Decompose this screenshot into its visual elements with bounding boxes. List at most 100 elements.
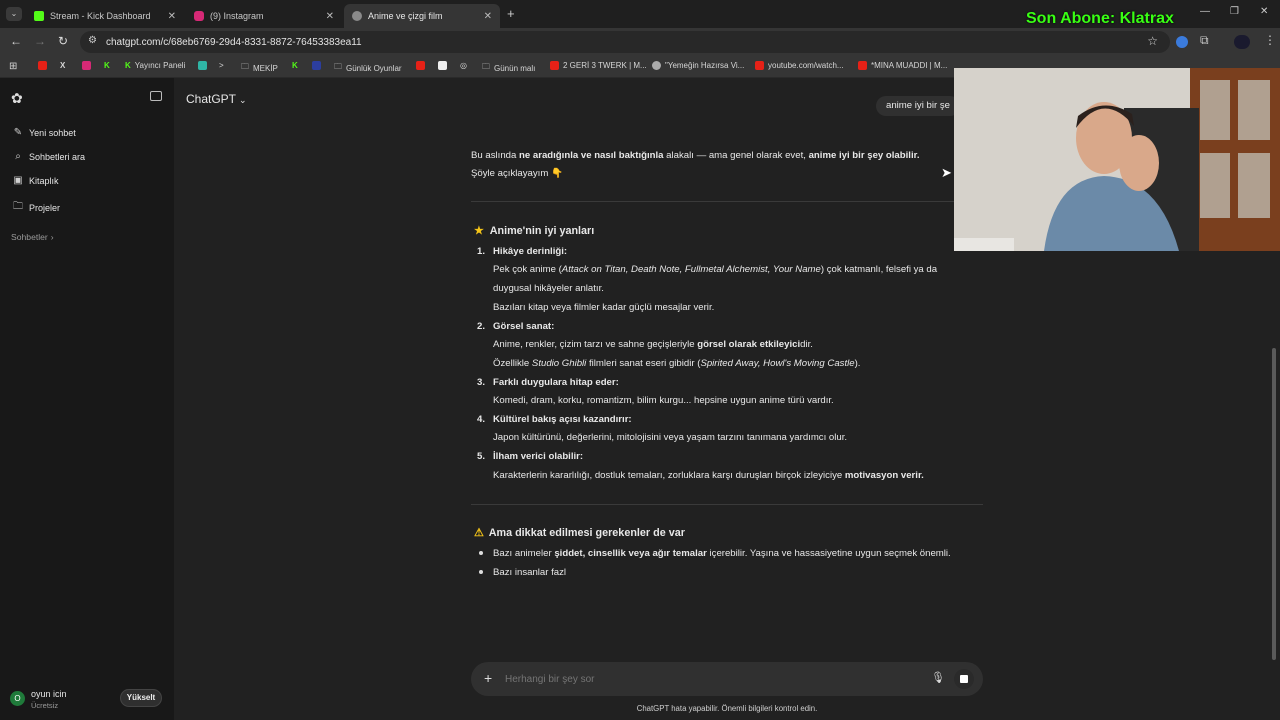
globe-icon[interactable]: ◎ (460, 61, 467, 70)
tab-title: Stream - Kick Dashboard (50, 11, 151, 21)
folder-icon: 🗀 (13, 201, 23, 212)
extensions-puzzle-icon[interactable]: ⧉ (1200, 33, 1209, 48)
bookmark-label: youtube.com/watch... (768, 61, 844, 70)
bookmark-label: "Yemeğin Hazırsa Vi... (665, 61, 745, 70)
folder-icon: 🗀 (482, 62, 490, 71)
youtube-icon[interactable] (38, 61, 51, 70)
bookmark-arrow[interactable]: > (219, 61, 224, 70)
kick-icon: K (125, 61, 131, 70)
close-icon[interactable]: ✕ (326, 11, 334, 22)
sidebar-section-chats[interactable]: Sohbetler › (11, 232, 54, 242)
model-label: ChatGPT (186, 92, 237, 106)
menu-kebab-icon[interactable]: ⋮ (1264, 33, 1276, 47)
edit-icon: ✎ (13, 127, 23, 138)
minimize-icon[interactable]: — (1200, 6, 1210, 17)
list-item-text: Anime, renkler, çizim tarzı ve sahne geç… (493, 339, 813, 350)
bookmark-yayinci[interactable]: K Yayıncı Paneli (125, 61, 185, 70)
tab-instagram[interactable]: (9) Instagram ✕ (186, 4, 342, 28)
divider (471, 504, 983, 505)
folder-icon: 🗀 (241, 62, 249, 71)
globe-icon (352, 11, 362, 21)
list-number: 1. (477, 246, 486, 257)
scrollbar[interactable] (1272, 348, 1276, 660)
kick-icon[interactable]: K (104, 61, 110, 70)
stream-overlay-text: Son Abone: Klatrax (1026, 10, 1174, 27)
intro-line-2: Şöyle açıklayayım 👇 (471, 168, 563, 179)
bookmark-teal[interactable] (198, 61, 211, 70)
back-icon[interactable]: ← (10, 34, 22, 48)
bookmark-label: *MINA MUADDI | M... (871, 61, 948, 70)
section-heading-caution: ⚠ Ama dikkat edilmesi gerekenler de var (474, 527, 685, 539)
kick-icon[interactable]: K (292, 61, 298, 70)
browser-toolbar: ← → ↻ ⚙ chatgpt.com/c/68eb6769-29d4-8331… (0, 28, 1280, 56)
list-item-title: Kültürel bakış açısı kazandırır: (493, 414, 632, 425)
divider (471, 201, 983, 202)
section-heading-good: ★ Anime'nin iyi yanları (474, 225, 595, 237)
section-label: Sohbetler (11, 232, 48, 242)
tab-search-icon[interactable]: ⌄ (6, 7, 22, 21)
bookmark-label: Günün malı (494, 63, 536, 73)
tab-title: Anime ve çizgi film (368, 11, 443, 21)
bookmark-star-icon[interactable]: ☆ (1147, 34, 1158, 48)
tab-chatgpt[interactable]: Anime ve çizgi film ✕ (344, 4, 500, 28)
webcam-image (954, 68, 1280, 251)
bookmark-mekip[interactable]: 🗀 MEKİP (241, 61, 278, 75)
bookmark-picture[interactable] (438, 61, 451, 70)
chevron-down-icon: ⌄ (239, 95, 247, 105)
apps-grid-icon[interactable]: ⊞ (9, 61, 17, 72)
tab-title: (9) Instagram (210, 11, 264, 21)
user-name: oyun icin (31, 689, 67, 699)
list-item-title: İlham verici olabilir: (493, 451, 584, 462)
add-icon[interactable]: + (484, 670, 492, 686)
bookmark-youtube[interactable]: youtube.com/watch... (755, 61, 844, 70)
list-item-title: Hikâye derinliği: (493, 246, 568, 257)
sidebar-item-label: Kitaplık (29, 175, 59, 186)
instagram-icon[interactable] (82, 61, 95, 70)
extension-icon[interactable] (1176, 36, 1188, 48)
address-bar[interactable]: ⚙ chatgpt.com/c/68eb6769-29d4-8331-8872-… (80, 31, 1170, 53)
profile-avatar[interactable] (1234, 35, 1250, 49)
close-window-icon[interactable]: ✕ (1260, 6, 1268, 17)
sidebar-item-projects[interactable]: 🗀 Projeler (12, 199, 60, 216)
message-composer[interactable]: + 🎙 (471, 662, 983, 696)
bookmark-blue[interactable] (312, 61, 325, 70)
close-icon[interactable]: ✕ (484, 11, 492, 22)
user-message-bubble: anime iyi bir şe (876, 96, 960, 116)
youtube-icon[interactable] (416, 61, 429, 70)
bookmark-gunun[interactable]: 🗀 Günün malı (482, 61, 535, 75)
sidebar-item-new-chat[interactable]: ✎ Yeni sohbet (12, 127, 76, 138)
model-selector[interactable]: ChatGPT ⌄ (186, 92, 247, 106)
bookmark-gunluk[interactable]: 🗀 Günlük Oyunlar (334, 61, 402, 75)
tab-kick[interactable]: Stream - Kick Dashboard ✕ (26, 4, 184, 28)
x-icon[interactable]: X (60, 61, 65, 70)
list-item-text: Özellikle Studio Ghibli filmleri sanat e… (493, 358, 861, 369)
stop-button[interactable] (954, 669, 974, 689)
upgrade-button[interactable]: Yükselt (120, 689, 162, 707)
close-icon[interactable]: ✕ (168, 11, 176, 22)
forward-icon[interactable]: → (34, 34, 46, 48)
restore-icon[interactable]: ❐ (1230, 6, 1239, 17)
sidebar-item-library[interactable]: ▣ Kitaplık (12, 175, 59, 186)
instagram-icon (194, 11, 204, 21)
webcam-overlay (954, 68, 1280, 251)
list-number: 3. (477, 377, 486, 388)
bookmark-mina[interactable]: *MINA MUADDI | M... (858, 61, 947, 70)
bookmark-yemek[interactable]: "Yemeğin Hazırsa Vi... (652, 61, 744, 70)
site-info-icon[interactable]: ⚙ (88, 35, 97, 46)
star-icon: ★ (474, 225, 484, 237)
bullet-text: Bazı insanlar fazl (493, 567, 567, 578)
new-tab-icon[interactable]: + (507, 6, 515, 21)
bookmark-label: Yayıncı Paneli (134, 61, 186, 70)
user-plan: Ücretsiz (31, 701, 59, 710)
sidebar-toggle-icon[interactable] (150, 91, 162, 101)
sidebar-item-search[interactable]: ⌕ Sohbetleri ara (12, 151, 85, 162)
message-input[interactable] (505, 670, 905, 688)
reload-icon[interactable]: ↻ (58, 34, 68, 48)
avatar[interactable]: O (10, 691, 25, 706)
bookmark-twerk[interactable]: 2 GERİ 3 TWERK | M... (550, 61, 647, 70)
microphone-icon[interactable]: 🎙 (931, 671, 945, 684)
chevron-right-icon: › (50, 232, 54, 242)
list-number: 4. (477, 414, 486, 425)
bullet-dot (479, 551, 483, 555)
chatgpt-logo-icon[interactable]: ✿ (11, 90, 23, 107)
